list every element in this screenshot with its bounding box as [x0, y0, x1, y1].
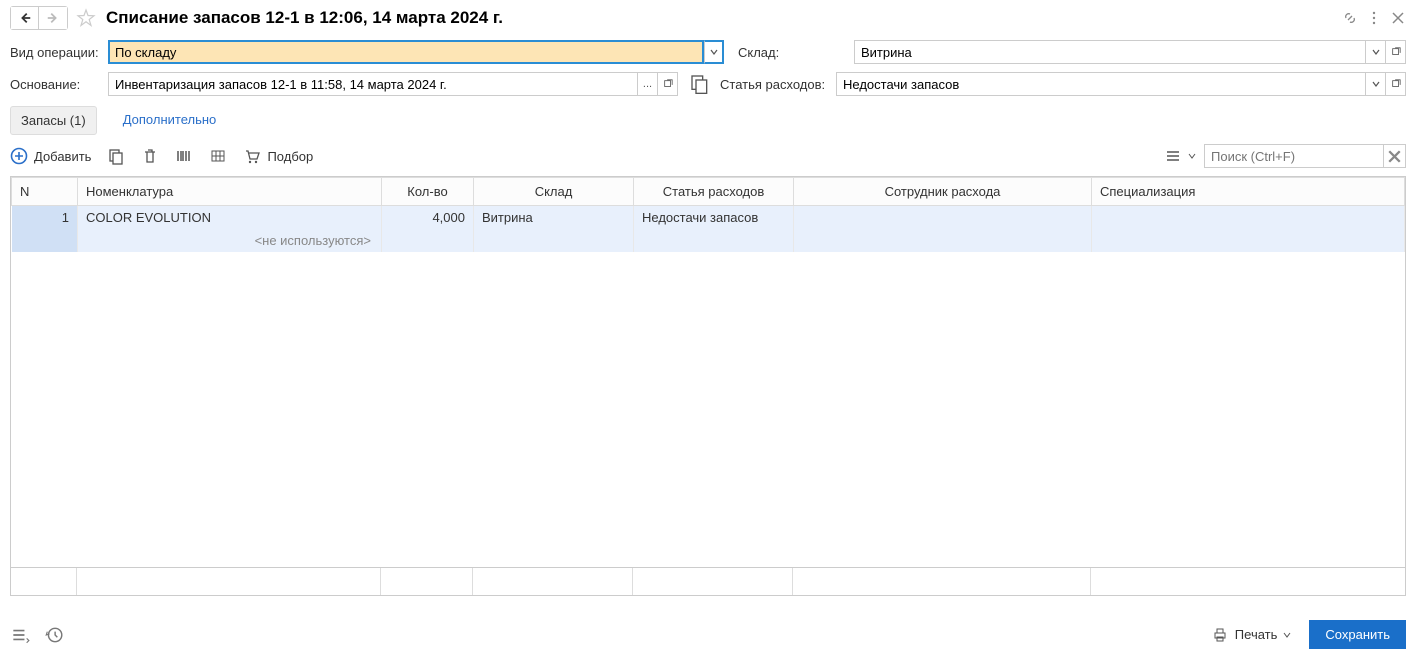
barcode-button[interactable] — [175, 147, 193, 165]
nav-back-button[interactable] — [11, 7, 39, 29]
th-employee[interactable]: Сотрудник расхода — [794, 178, 1092, 206]
print-label: Печать — [1235, 627, 1278, 642]
warehouse-dropdown-button[interactable] — [1366, 40, 1386, 64]
basis-more-button[interactable]: ... — [638, 72, 658, 96]
operation-input[interactable] — [108, 40, 704, 64]
delete-row-button[interactable] — [141, 147, 159, 165]
warehouse-open-button[interactable] — [1386, 40, 1406, 64]
print-button[interactable]: Печать — [1201, 620, 1302, 650]
add-label: Добавить — [34, 149, 91, 164]
barcode-icon — [175, 147, 193, 165]
printer-icon — [1211, 626, 1229, 644]
cell-expense: Недостачи запасов — [634, 206, 794, 230]
save-button[interactable]: Сохранить — [1309, 620, 1406, 649]
copy-row-button[interactable] — [107, 147, 125, 165]
favorite-star-icon[interactable] — [76, 8, 96, 28]
expense-label: Статья расходов: — [720, 77, 828, 92]
th-warehouse[interactable]: Склад — [474, 178, 634, 206]
close-icon[interactable] — [1390, 10, 1406, 26]
history-button[interactable] — [44, 625, 64, 645]
basis-label: Основание: — [10, 77, 100, 92]
expense-input[interactable] — [836, 72, 1366, 96]
link-icon[interactable] — [1342, 10, 1358, 26]
nav-forward-button[interactable] — [39, 7, 67, 29]
select-items-button[interactable]: Подбор — [243, 147, 313, 165]
grid-icon — [209, 147, 227, 165]
table-row[interactable]: 1 COLOR EVOLUTION 4,000 Витрина Недостач… — [12, 206, 1405, 230]
search-input[interactable] — [1204, 144, 1384, 168]
basis-input[interactable] — [108, 72, 638, 96]
copy-icon — [107, 147, 125, 165]
th-n[interactable]: N — [12, 178, 78, 206]
add-button[interactable]: Добавить — [10, 147, 91, 165]
warehouse-label: Склад: — [738, 45, 794, 60]
trash-icon — [141, 147, 159, 165]
tab-stock[interactable]: Запасы (1) — [10, 106, 97, 135]
cell-nomenclature: COLOR EVOLUTION — [78, 206, 382, 230]
bottom-list-button[interactable] — [10, 625, 30, 645]
cell-n: 1 — [12, 206, 78, 230]
search-clear-button[interactable] — [1384, 144, 1406, 168]
th-specialization[interactable]: Специализация — [1092, 178, 1405, 206]
cell-qty: 4,000 — [382, 206, 474, 230]
operation-dropdown-button[interactable] — [704, 40, 724, 64]
list-options-button[interactable] — [1164, 147, 1196, 165]
select-label: Подбор — [267, 149, 313, 164]
cell-subtext: <не используются> — [78, 229, 382, 252]
operation-label: Вид операции: — [10, 45, 100, 60]
expense-dropdown-button[interactable] — [1366, 72, 1386, 96]
grid-button[interactable] — [209, 147, 227, 165]
cell-specialization — [1092, 206, 1405, 230]
cell-employee — [794, 206, 1092, 230]
th-expense[interactable]: Статья расходов — [634, 178, 794, 206]
basis-open-button[interactable] — [658, 72, 678, 96]
tab-additional[interactable]: Дополнительно — [113, 106, 227, 135]
table-subrow: <не используются> — [12, 229, 1405, 252]
list-icon — [1164, 147, 1182, 165]
plus-circle-icon — [10, 147, 28, 165]
kebab-menu-icon[interactable] — [1366, 10, 1382, 26]
table-footer — [11, 567, 1405, 595]
th-qty[interactable]: Кол-во — [382, 178, 474, 206]
page-title: Списание запасов 12-1 в 12:06, 14 марта … — [106, 8, 503, 28]
expense-open-button[interactable] — [1386, 72, 1406, 96]
cart-icon — [243, 147, 261, 165]
table-header-row: N Номенклатура Кол-во Склад Статья расхо… — [12, 178, 1405, 206]
cell-warehouse: Витрина — [474, 206, 634, 230]
th-nomenclature[interactable]: Номенклатура — [78, 178, 382, 206]
warehouse-input[interactable] — [854, 40, 1366, 64]
fill-basis-button[interactable] — [688, 72, 712, 96]
